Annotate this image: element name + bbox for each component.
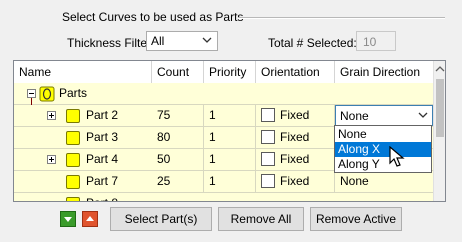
- count-cell[interactable]: 50: [152, 149, 204, 170]
- part-name: Part 8: [86, 193, 118, 201]
- grain-direction-value: None: [340, 174, 369, 188]
- orientation-cell[interactable]: Fixed: [256, 105, 335, 126]
- grain-direction-select[interactable]: None: [335, 105, 433, 126]
- collapse-icon[interactable]: [27, 89, 36, 98]
- orientation-label: Fixed: [280, 108, 310, 122]
- group-label: Parts: [59, 86, 88, 100]
- priority-cell[interactable]: 1: [204, 149, 256, 170]
- count-cell[interactable]: 80: [152, 127, 204, 148]
- part-color-swatch: [66, 131, 80, 145]
- fixed-checkbox[interactable]: [261, 174, 275, 188]
- part-color-swatch: [66, 197, 80, 201]
- fixed-checkbox[interactable]: [261, 108, 275, 122]
- expand-icon[interactable]: [47, 155, 56, 164]
- orientation-label: Fixed: [280, 152, 310, 166]
- grain-direction-dropdown[interactable]: None Along X Along Y: [334, 125, 432, 173]
- thickness-filter-label: Thickness Filter:: [67, 36, 155, 50]
- remove-active-button[interactable]: Remove Active: [310, 207, 402, 231]
- priority-cell[interactable]: 1: [204, 105, 256, 126]
- fixed-checkbox[interactable]: [261, 130, 275, 144]
- total-selected-field: 10: [356, 31, 396, 51]
- grain-direction-cell[interactable]: None: [335, 171, 433, 192]
- dropdown-option-along-y[interactable]: Along Y: [335, 157, 431, 172]
- part-color-swatch: [66, 153, 80, 167]
- part-name: Part 2: [86, 108, 119, 122]
- dropdown-option-along-x[interactable]: Along X: [335, 142, 431, 157]
- table-row[interactable]: Part 8: [14, 193, 433, 201]
- chevron-down-icon: [202, 37, 212, 43]
- scroll-up-icon[interactable]: [434, 61, 446, 77]
- total-selected-label: Total # Selected:: [268, 36, 357, 50]
- column-header-grain-direction[interactable]: Grain Direction: [335, 61, 433, 83]
- section-title: Select Curves to be used as Parts: [62, 10, 244, 24]
- part-name: Part 4: [86, 152, 119, 166]
- priority-cell[interactable]: 1: [204, 127, 256, 148]
- column-header-count[interactable]: Count: [152, 61, 204, 83]
- table-row[interactable]: Part 7 25 1 Fixed None: [14, 171, 433, 193]
- orientation-cell[interactable]: Fixed: [256, 171, 335, 192]
- fixed-checkbox[interactable]: [261, 152, 275, 166]
- mouse-pointer-icon: [389, 146, 405, 167]
- column-header-orientation[interactable]: Orientation: [256, 61, 335, 83]
- column-header-name[interactable]: Name: [14, 61, 152, 83]
- dropdown-option-none[interactable]: None: [335, 127, 431, 142]
- thickness-filter-select[interactable]: All: [146, 31, 218, 51]
- part-name: Part 3: [86, 130, 119, 144]
- orientation-cell[interactable]: Fixed: [256, 149, 335, 170]
- chevron-down-icon: [418, 112, 428, 118]
- count-cell[interactable]: 25: [152, 171, 204, 192]
- scrollbar-thumb[interactable]: [436, 79, 444, 137]
- orientation-label: Fixed: [280, 174, 310, 188]
- arrow-up-icon: [86, 216, 94, 221]
- group-row-parts[interactable]: Parts: [14, 83, 433, 105]
- remove-all-button[interactable]: Remove All: [218, 207, 304, 231]
- orientation-label: Fixed: [280, 130, 310, 144]
- part-color-swatch: [66, 109, 80, 123]
- column-header-priority[interactable]: Priority: [204, 61, 256, 83]
- section-divider: [238, 17, 445, 19]
- expand-icon[interactable]: [47, 111, 56, 120]
- vertical-scrollbar[interactable]: [433, 61, 446, 201]
- grid-header: Name Count Priority Orientation Grain Di…: [14, 61, 433, 84]
- priority-cell[interactable]: 1: [204, 171, 256, 192]
- parts-group-icon: [39, 86, 55, 102]
- thickness-filter-value: All: [151, 34, 165, 48]
- part-name: Part 7: [86, 174, 119, 188]
- select-parts-button[interactable]: Select Part(s): [110, 207, 212, 231]
- grain-direction-value: None: [340, 109, 369, 123]
- orientation-cell[interactable]: Fixed: [256, 127, 335, 148]
- part-color-swatch: [66, 175, 80, 189]
- move-down-button[interactable]: [60, 211, 76, 227]
- arrow-down-icon: [64, 217, 72, 222]
- move-up-button[interactable]: [82, 211, 98, 227]
- count-cell[interactable]: 75: [152, 105, 204, 126]
